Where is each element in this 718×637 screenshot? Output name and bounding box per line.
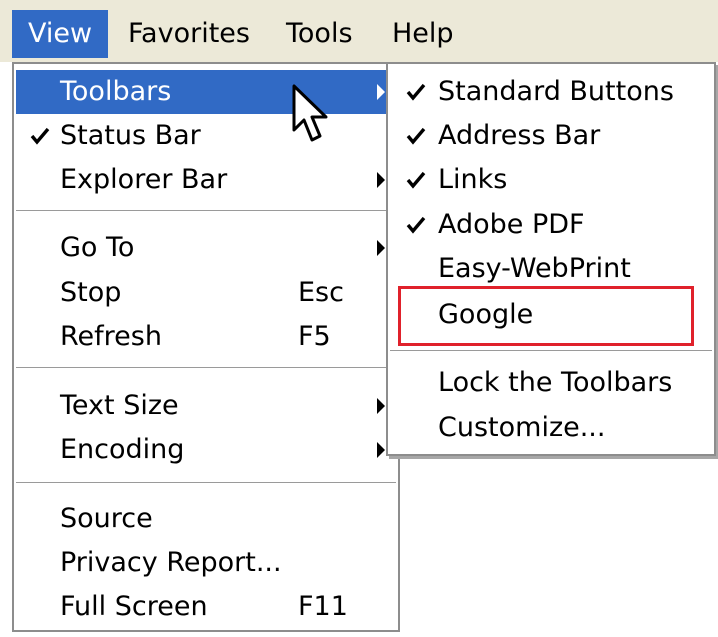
menu-item-stop[interactable]: Stop Esc	[16, 271, 396, 315]
submenu-item-label: Lock the Toolbars	[438, 367, 673, 398]
menu-item-refresh[interactable]: Refresh F5	[16, 315, 396, 359]
submenu-item-label: Address Bar	[438, 120, 601, 151]
menu-item-label: Toolbars	[60, 76, 172, 107]
submenu-arrow-icon	[377, 84, 385, 100]
toolbars-submenu: Standard Buttons Address Bar Links Adobe…	[386, 62, 716, 456]
submenu-item-label: Customize...	[438, 412, 606, 443]
submenu-arrow-icon	[377, 442, 385, 458]
submenu-item-adobe-pdf[interactable]: Adobe PDF	[390, 203, 712, 247]
menu-item-full-screen[interactable]: Full Screen F11	[16, 585, 396, 629]
menu-item-label: Refresh	[60, 321, 162, 352]
menu-item-label: Stop	[60, 277, 122, 308]
menu-item-source[interactable]: Source	[16, 497, 396, 541]
submenu-item-label: Easy-WebPrint	[438, 253, 631, 284]
submenu-arrow-icon	[377, 172, 385, 188]
checkmark-icon	[30, 127, 50, 145]
menu-item-label: Text Size	[60, 390, 179, 421]
submenu-item-lock-toolbars[interactable]: Lock the Toolbars	[390, 361, 712, 405]
checkmark-icon	[406, 127, 426, 145]
menu-item-encoding[interactable]: Encoding	[16, 428, 396, 472]
menu-item-label: Status Bar	[60, 120, 201, 151]
menu-separator	[16, 482, 396, 484]
submenu-item-label: Links	[438, 164, 508, 195]
submenu-item-links[interactable]: Links	[390, 158, 712, 202]
screenshot: View Favorites Tools Help Toolbars Statu…	[0, 0, 718, 637]
submenu-item-customize[interactable]: Customize...	[390, 406, 712, 450]
submenu-arrow-icon	[377, 398, 385, 414]
submenu-item-standard-buttons[interactable]: Standard Buttons	[390, 70, 712, 114]
menu-item-label: Full Screen	[60, 591, 208, 622]
shortcut-label: F11	[298, 591, 348, 622]
shortcut-label: F5	[298, 321, 331, 352]
menu-item-label: Explorer Bar	[60, 164, 228, 195]
submenu-item-easy-webprint[interactable]: Easy-WebPrint	[390, 247, 712, 291]
menu-tools[interactable]: Tools	[270, 10, 369, 58]
menu-item-go-to[interactable]: Go To	[16, 226, 396, 270]
menu-item-text-size[interactable]: Text Size	[16, 384, 396, 428]
menu-item-label: Encoding	[60, 434, 185, 465]
menu-favorites[interactable]: Favorites	[112, 10, 266, 58]
view-menu: Toolbars Status Bar Explorer Bar Go To S…	[12, 62, 400, 632]
menu-item-privacy-report[interactable]: Privacy Report...	[16, 541, 396, 585]
submenu-item-label: Standard Buttons	[438, 76, 674, 107]
menu-view[interactable]: View	[12, 10, 108, 58]
menu-item-label: Source	[60, 503, 153, 534]
menu-item-status-bar[interactable]: Status Bar	[16, 114, 396, 158]
menu-separator	[390, 350, 712, 352]
menu-item-toolbars[interactable]: Toolbars	[16, 70, 396, 114]
submenu-item-address-bar[interactable]: Address Bar	[390, 114, 712, 158]
shortcut-label: Esc	[298, 277, 344, 308]
menu-separator	[16, 210, 396, 212]
checkmark-icon	[406, 216, 426, 234]
mouse-pointer-icon	[292, 84, 328, 142]
checkmark-icon	[406, 171, 426, 189]
menu-item-explorer-bar[interactable]: Explorer Bar	[16, 158, 396, 202]
menu-bar: View Favorites Tools Help	[0, 0, 718, 62]
menu-item-label: Go To	[60, 232, 135, 263]
menu-help[interactable]: Help	[376, 10, 470, 58]
checkmark-icon	[406, 83, 426, 101]
menu-separator	[16, 367, 396, 369]
submenu-item-label: Adobe PDF	[438, 209, 585, 240]
menu-item-label: Privacy Report...	[60, 547, 282, 578]
submenu-arrow-icon	[377, 240, 385, 256]
highlight-outline	[398, 286, 694, 346]
